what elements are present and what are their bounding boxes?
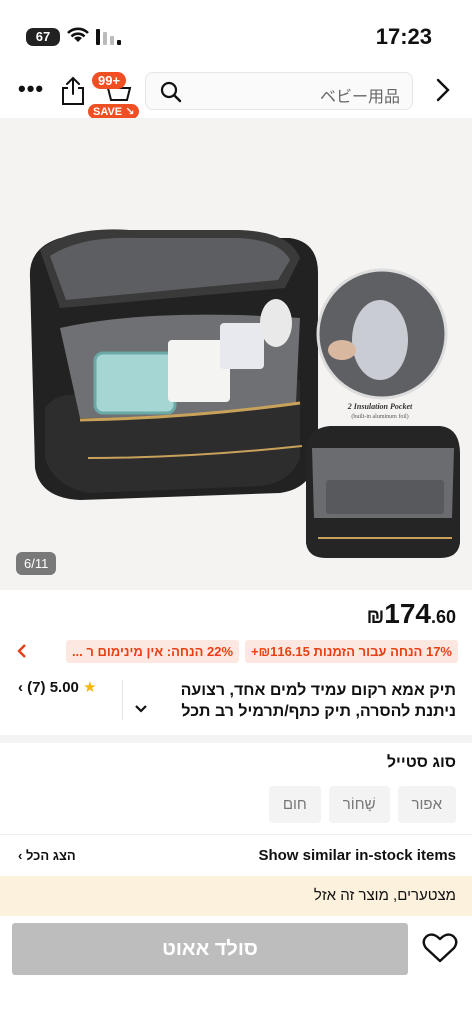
image-counter: 6/11 — [16, 552, 57, 575]
rating-value: 5.00 — [49, 679, 79, 696]
insulation-pocket-closeup — [316, 268, 448, 400]
chevron-down-icon[interactable] — [134, 704, 148, 714]
review-count: (7) — [27, 679, 46, 696]
similar-items-title: Show similar in-stock items — [258, 847, 456, 864]
product-image-gallery[interactable]: 2 Insulation Pocket (built-in aluminum f… — [0, 118, 472, 590]
rating-summary[interactable]: ‹ (7) 5.00 ★ — [18, 678, 97, 696]
style-label: סוג סטייל — [386, 754, 456, 771]
wifi-icon — [67, 27, 89, 42]
promo-row[interactable]: 17% הנחה עבור הזמנות ₪116.15+22% הנחה: א… — [16, 640, 458, 664]
diaper-bag-front-view — [306, 426, 460, 558]
out-of-stock-notice: מצטערים, מוצר זה אזל — [0, 876, 472, 916]
chevron-right-icon[interactable] — [436, 78, 450, 102]
similar-items-row[interactable]: Show similar in-stock items ‹ הצג הכל — [0, 834, 472, 874]
chevron-left-icon: ‹ — [18, 848, 23, 863]
divider — [122, 680, 123, 720]
product-image: 2 Insulation Pocket (built-in aluminum f… — [29, 229, 460, 558]
diaper-bag-main-illustration — [29, 229, 318, 500]
heart-icon[interactable] — [422, 932, 458, 964]
promo-tag[interactable]: 22% הנחה: אין מינימום ר ... — [65, 640, 240, 663]
cart-count-badge: 99+ — [92, 72, 127, 89]
chevron-left-icon: ‹ — [18, 679, 23, 696]
style-option-black[interactable]: שָׁחוֹר — [328, 786, 390, 823]
chevron-left-icon[interactable] — [16, 642, 28, 660]
search-icon — [160, 81, 182, 103]
more-options-icon[interactable]: ••• — [18, 78, 44, 100]
product-title[interactable]: תיק אמא רקום עמיד למים אחד, רצועה ניתנת … — [156, 680, 456, 722]
star-icon: ★ — [83, 679, 97, 696]
product-price: ₪174.60 — [366, 598, 456, 629]
section-separator — [0, 735, 472, 743]
out-of-stock-text: מצטערים, מוצר זה אזל — [313, 887, 456, 904]
top-navigation: ••• 99+ SAVE ↘ ベビー用品 — [0, 64, 472, 119]
style-options: אפורשָׁחוֹרחום — [261, 786, 456, 823]
status-bar: 67 17:23 — [0, 0, 472, 70]
bottom-action-bar: סולד אאוט — [0, 916, 472, 1024]
battery-indicator: 67 — [26, 28, 60, 46]
cellular-signal-icon — [96, 29, 121, 45]
share-icon[interactable] — [60, 76, 86, 106]
view-all-link[interactable]: ‹ הצג הכל — [18, 848, 76, 863]
insert-subcaption: (built-in aluminum foil) — [351, 413, 408, 420]
style-option-gray[interactable]: אפור — [397, 786, 456, 823]
style-option-brown[interactable]: חום — [268, 786, 321, 823]
search-placeholder: ベビー用品 — [319, 89, 400, 106]
search-bar[interactable]: ベビー用品 — [145, 72, 413, 110]
sold-out-button[interactable]: סולד אאוט — [12, 923, 408, 975]
cart-button[interactable]: 99+ SAVE ↘ — [88, 70, 144, 119]
insert-caption: 2 Insulation Pocket — [347, 402, 413, 411]
save-badge: SAVE ↘ — [88, 104, 140, 119]
clock: 17:23 — [375, 24, 432, 49]
promo-tag[interactable]: 17% הנחה עבור הזמנות ₪116.15+ — [245, 640, 458, 663]
